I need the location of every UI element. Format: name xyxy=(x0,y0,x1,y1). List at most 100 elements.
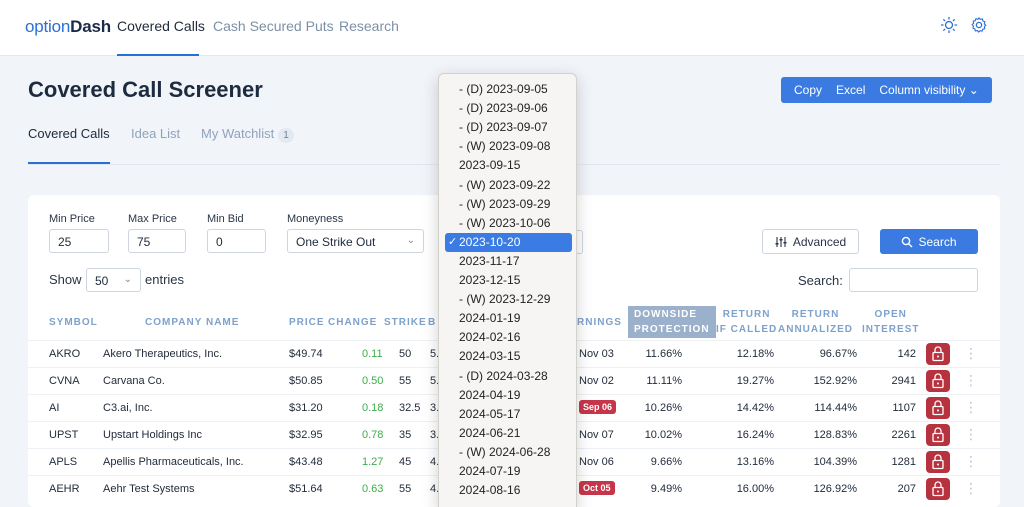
col-earnings[interactable]: RNINGS xyxy=(577,315,622,330)
row-ret-called: 16.00% xyxy=(736,483,774,495)
row-oi: 207 xyxy=(897,483,916,495)
advanced-button[interactable]: Advanced xyxy=(762,229,859,254)
tab-covered-calls[interactable]: Covered Calls xyxy=(28,126,110,141)
row-ret-called: 12.18% xyxy=(736,348,774,360)
lock-button[interactable] xyxy=(926,343,950,365)
expiry-option[interactable]: - (W) 2023-12-29 xyxy=(445,290,572,309)
col-price[interactable]: PRICE xyxy=(289,315,325,330)
expiry-option[interactable]: 2024-08-16 xyxy=(445,481,572,500)
lock-button[interactable] xyxy=(926,478,950,500)
row-change: 1.27 xyxy=(362,456,384,468)
copy-button[interactable]: Copy xyxy=(787,83,829,97)
watchlist-count-badge: 1 xyxy=(278,128,294,143)
row-downside: 9.49% xyxy=(650,483,682,495)
expiry-option[interactable]: 2024-06-21 xyxy=(445,424,572,443)
expiry-option[interactable]: 2024-04-19 xyxy=(445,386,572,405)
row-company: Akero Therapeutics, Inc. xyxy=(103,348,223,360)
tab-idea-list[interactable]: Idea List xyxy=(131,126,180,141)
search-button[interactable]: Search xyxy=(880,229,978,254)
lock-button[interactable] xyxy=(926,397,950,419)
expiry-option[interactable]: 2024-07-19 xyxy=(445,462,572,481)
row-symbol[interactable]: AI xyxy=(49,402,59,414)
col-return-annualized[interactable]: RETURN ANNUALIZED xyxy=(778,307,853,337)
expiry-option[interactable]: 2024-03-15 xyxy=(445,347,572,366)
row-oi: 1107 xyxy=(892,402,916,414)
col-change[interactable]: CHANGE xyxy=(328,315,377,330)
expiry-option[interactable]: 2023-12-15 xyxy=(445,271,572,290)
row-symbol[interactable]: AEHR xyxy=(49,483,80,495)
expiry-option[interactable]: - (D) 2024-03-28 xyxy=(445,367,572,386)
row-change: 0.63 xyxy=(362,483,384,495)
lock-button[interactable] xyxy=(926,451,950,473)
expiry-option[interactable]: - (W) 2023-09-29 xyxy=(445,195,572,214)
col-downside-line2: PROTECTION xyxy=(634,324,710,335)
expiry-option[interactable]: - (W) 2023-10-06 xyxy=(445,214,572,233)
row-change: 0.11 xyxy=(362,348,383,360)
row-price: $50.85 xyxy=(289,375,323,387)
expiry-option[interactable]: - (D) 2023-09-06 xyxy=(445,99,572,118)
row-menu-icon[interactable]: ⋮ xyxy=(964,453,978,470)
col-company[interactable]: COMPANY NAME xyxy=(145,315,239,330)
brand-logo[interactable]: optionDash xyxy=(25,17,111,37)
expiry-option[interactable]: 2023-10-20 xyxy=(445,232,572,252)
search-button-label: Search xyxy=(918,234,957,249)
sun-icon[interactable] xyxy=(940,16,958,34)
row-symbol[interactable]: APLS xyxy=(49,456,77,468)
expiry-option[interactable]: 2024-02-16 xyxy=(445,328,572,347)
expiry-option[interactable]: - (D) 2023-09-05 xyxy=(445,80,572,99)
nav-research[interactable]: Research xyxy=(339,18,399,34)
row-strike: 32.5 xyxy=(399,402,421,414)
row-downside: 11.11% xyxy=(646,375,682,387)
col-symbol[interactable]: SYMBOL xyxy=(49,315,98,330)
gear-icon[interactable] xyxy=(970,16,988,34)
moneyness-select[interactable]: One Strike Out ⌄ xyxy=(287,229,424,253)
col-bid[interactable]: B xyxy=(428,315,436,330)
table-search-input[interactable] xyxy=(849,268,978,292)
row-menu-icon[interactable]: ⋮ xyxy=(964,345,978,362)
nav-cash-secured-puts[interactable]: Cash Secured Puts xyxy=(213,18,334,34)
expiry-option[interactable]: 2023-09-15 xyxy=(445,156,572,175)
row-menu-icon[interactable]: ⋮ xyxy=(964,372,978,389)
lock-button[interactable] xyxy=(926,370,950,392)
row-symbol[interactable]: CVNA xyxy=(49,375,80,387)
table-search-label: Search: xyxy=(798,273,843,288)
row-strike: 45 xyxy=(399,456,412,468)
show-label: Show xyxy=(49,272,82,287)
row-symbol[interactable]: UPST xyxy=(49,429,78,441)
entries-select[interactable]: 50 ⌄ xyxy=(86,268,141,292)
row-ret-ann: 104.39% xyxy=(813,456,857,468)
expiry-option[interactable]: 2024-05-17 xyxy=(445,405,572,424)
expiry-option[interactable]: - (W) 2023-09-08 xyxy=(445,137,572,156)
max-price-label: Max Price xyxy=(128,213,177,225)
column-visibility-button[interactable]: Column visibility ⌄ xyxy=(872,83,985,97)
row-company: Upstart Holdings Inc xyxy=(103,429,203,441)
min-price-input[interactable]: 25 xyxy=(49,229,109,253)
nav-covered-calls[interactable]: Covered Calls xyxy=(117,18,205,34)
col-open-interest[interactable]: OPEN INTEREST xyxy=(862,307,919,337)
row-company: Aehr Test Systems xyxy=(103,483,195,495)
moneyness-value: One Strike Out xyxy=(296,235,376,249)
row-strike: 55 xyxy=(399,375,412,387)
col-downside-protection[interactable]: DOWNSIDE PROTECTION xyxy=(628,306,716,338)
row-earnings: Nov 03 xyxy=(579,348,614,360)
col-strike[interactable]: STRIKE xyxy=(384,315,427,330)
row-menu-icon[interactable]: ⋮ xyxy=(964,426,978,443)
expiry-option[interactable]: - (W) 2023-09-22 xyxy=(445,176,572,195)
row-menu-icon[interactable]: ⋮ xyxy=(964,480,978,497)
expiry-option[interactable]: - (W) 2024-06-28 xyxy=(445,443,572,462)
row-menu-icon[interactable]: ⋮ xyxy=(964,399,978,416)
row-earnings: Nov 06 xyxy=(579,456,614,468)
expiry-option[interactable]: - (D) 2023-09-07 xyxy=(445,118,572,137)
min-bid-input[interactable]: 0 xyxy=(207,229,266,253)
max-price-input[interactable]: 75 xyxy=(128,229,186,253)
row-symbol[interactable]: AKRO xyxy=(49,348,80,360)
col-downside-line1: DOWNSIDE xyxy=(634,309,697,320)
excel-button[interactable]: Excel xyxy=(829,83,872,97)
row-company: Apellis Pharmaceuticals, Inc. xyxy=(103,456,244,468)
expiry-option[interactable]: 2024-01-19 xyxy=(445,309,572,328)
col-return-if-called[interactable]: RETURN IF CALLED xyxy=(716,307,777,337)
row-change: 0.78 xyxy=(362,429,384,441)
tab-my-watchlist[interactable]: My Watchlist 1 xyxy=(201,126,294,143)
expiry-option[interactable]: 2023-11-17 xyxy=(445,252,572,271)
lock-button[interactable] xyxy=(926,424,950,446)
